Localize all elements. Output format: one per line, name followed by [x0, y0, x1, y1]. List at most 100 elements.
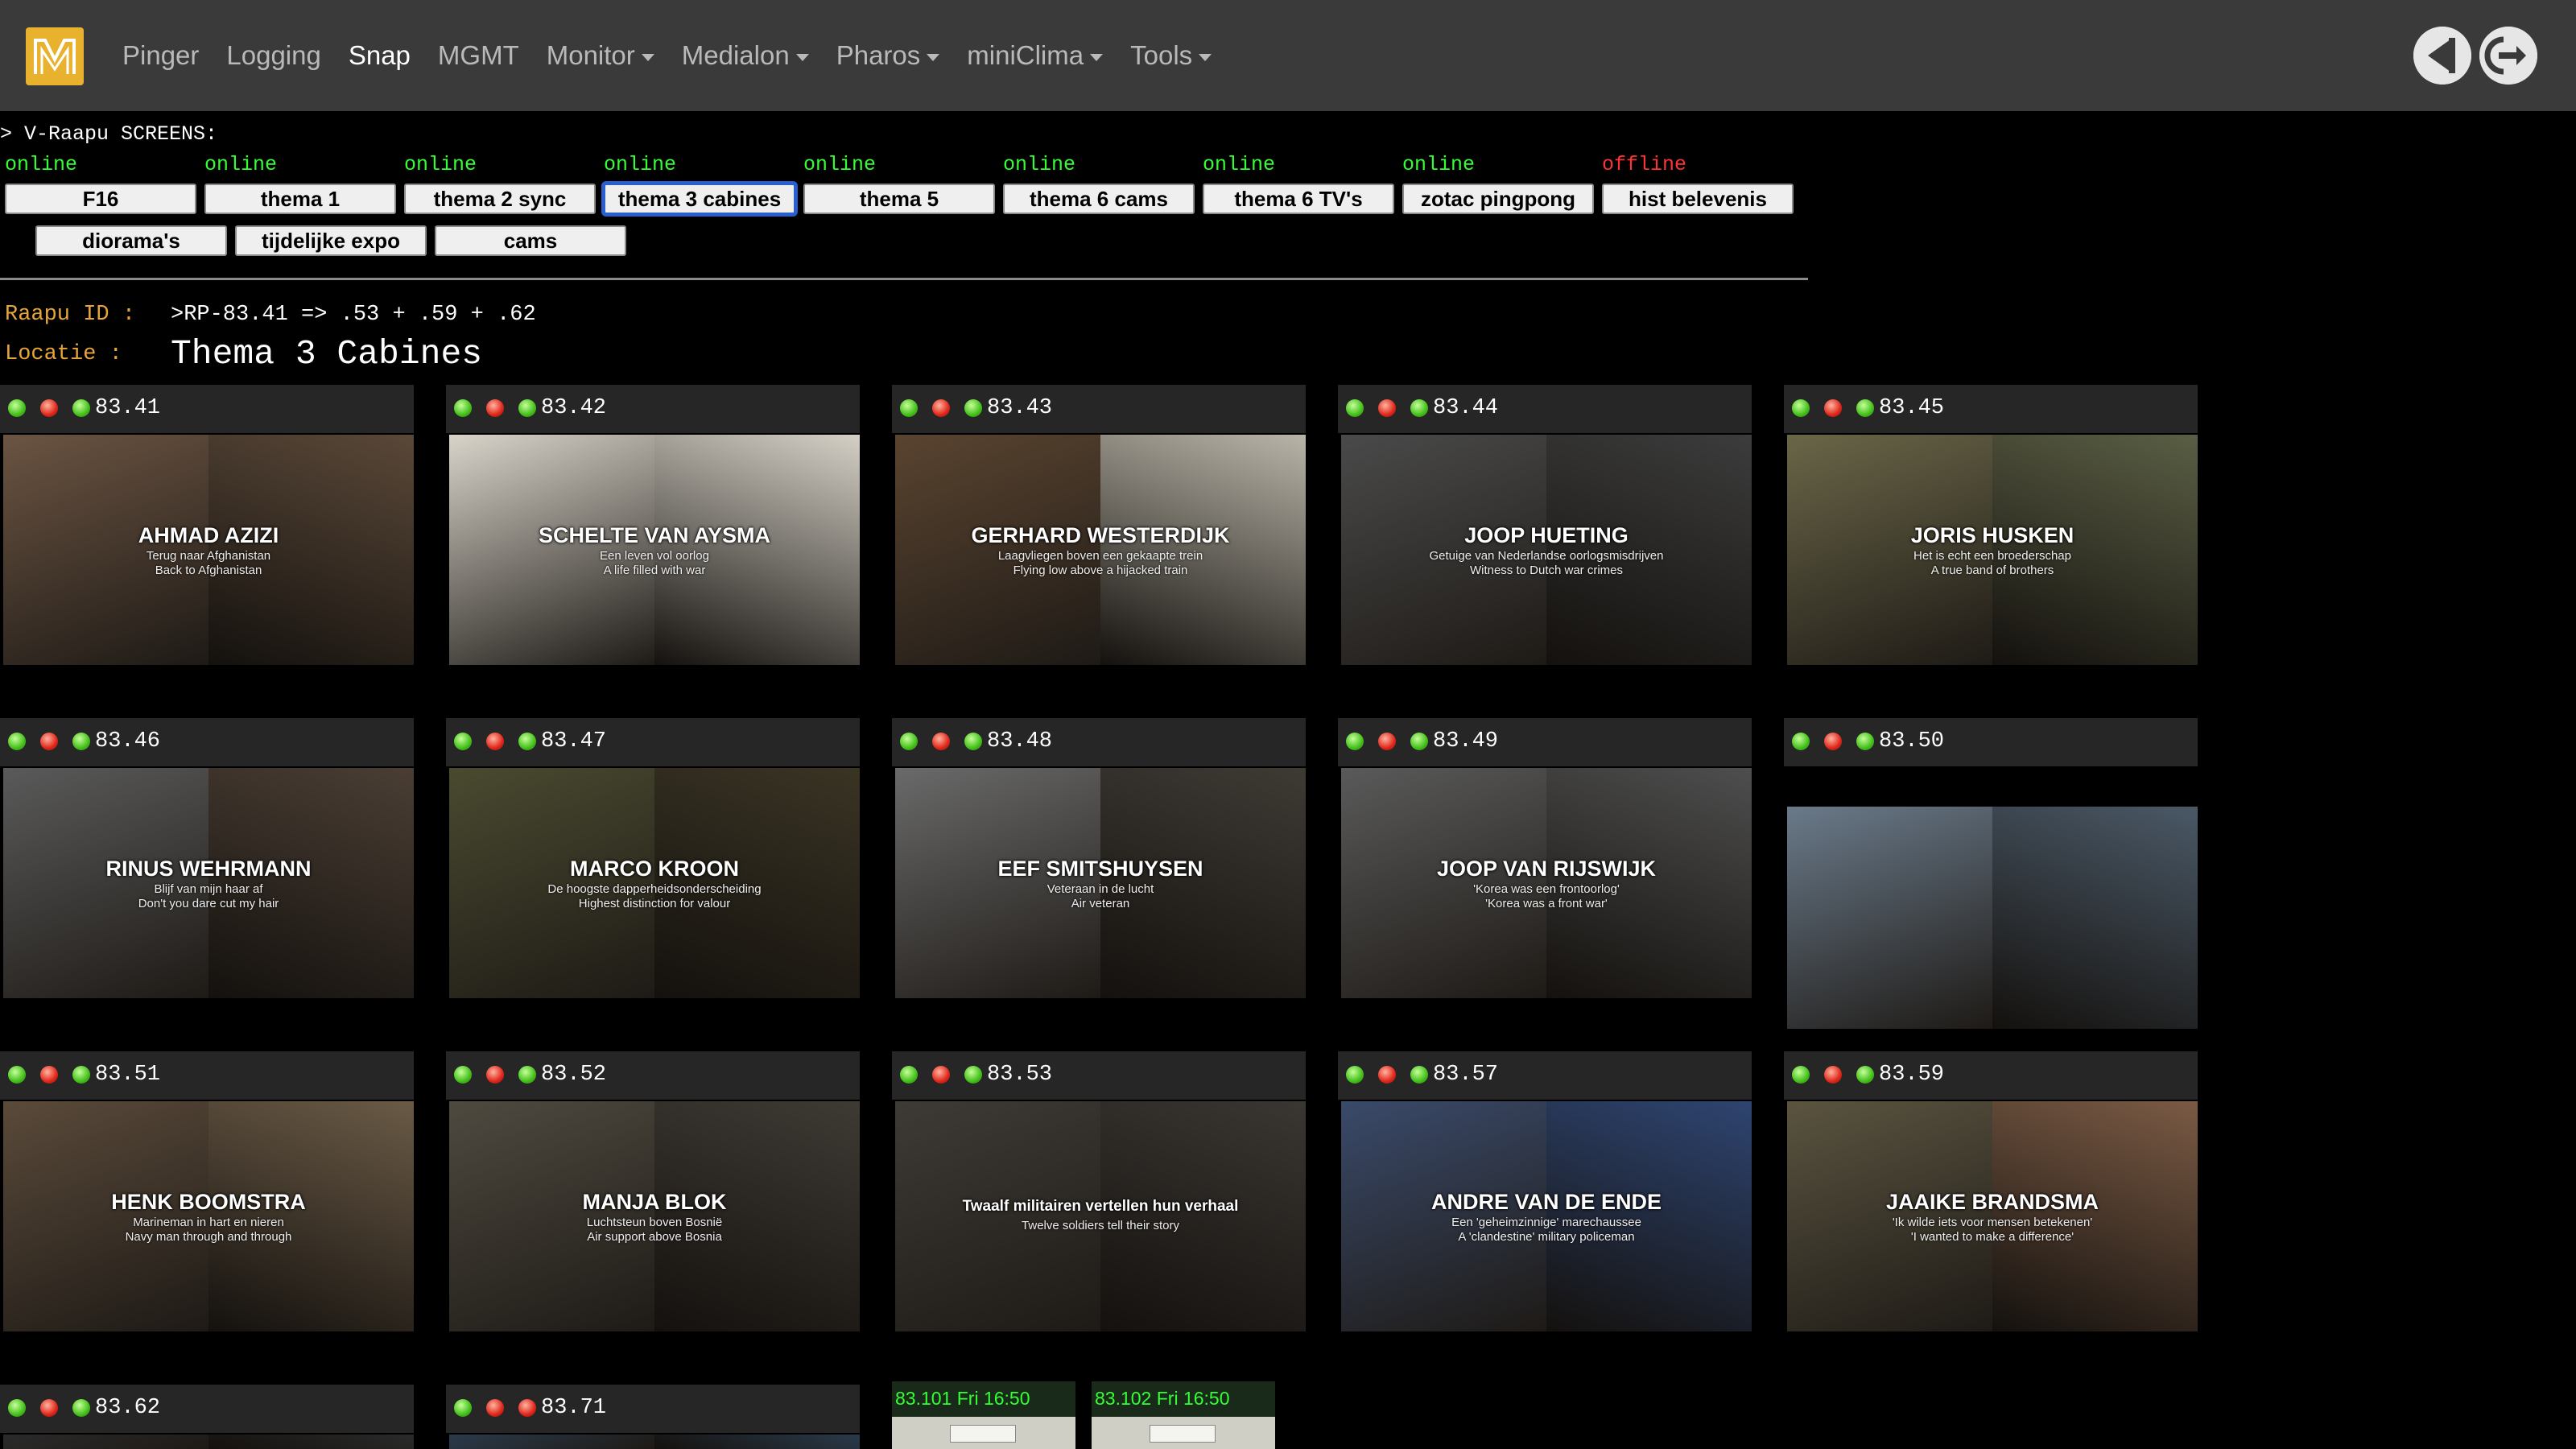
thumbnail-title: HENK BOOMSTRA [111, 1190, 306, 1214]
status-led-icon [900, 1066, 918, 1084]
screen-thumbnail[interactable]: JOOP VAN RIJSWIJK 'Korea was een frontoor… [1341, 768, 1752, 998]
screen-tile[interactable]: 83.48 EEF SMITSHUYSEN Veteraan in de lucht… [892, 718, 1306, 1000]
thumbnail-title: GERHARD WESTERDIJK [971, 523, 1230, 547]
raapu-id-label: Raapu ID : [5, 303, 136, 327]
screen-button[interactable]: F16 [5, 184, 196, 214]
thumbnail-title: JAAIKE BRANDSMA [1885, 1190, 2099, 1214]
nav-item-monitor[interactable]: Monitor [547, 40, 654, 71]
snapshot-thumbnail[interactable]: 83.101 Fri 16:50 [892, 1381, 1075, 1449]
nav-item-logging[interactable]: Logging [226, 40, 320, 71]
status-led-icon [486, 1399, 504, 1417]
nav-item-mgmt[interactable]: MGMT [438, 40, 519, 71]
screen-tile[interactable]: 83.47 MARCO KROON De hoogste dapperheidson… [446, 718, 860, 1000]
screen-thumbnail[interactable] [449, 1435, 860, 1449]
screen-button[interactable]: thema 1 [204, 184, 396, 214]
screen-thumbnail[interactable]: EEF SMITSHUYSEN Veteraan in de lucht Air v… [895, 768, 1306, 998]
screen-thumbnail[interactable]: JOOP HUETING Getuige van Nederlandse oorl… [1341, 435, 1752, 665]
screen-thumbnail[interactable]: Twaalf militairen vertellen hun verhaal T… [895, 1101, 1306, 1331]
status-led-icon [40, 733, 58, 750]
thumbnail-subtitle: Marineman in hart en nieren [133, 1216, 284, 1229]
status-led-icon [486, 399, 504, 417]
nav-item-pharos[interactable]: Pharos [836, 40, 940, 71]
tile-header: 83.53 [892, 1051, 1306, 1100]
nav-item-label: Medialon [681, 40, 790, 70]
tile-header: 83.43 [892, 385, 1306, 433]
tile-header: 83.46 [0, 718, 414, 766]
screen-tile[interactable]: 83.41 AHMAD AZIZI Terug naar Afghanistan Ba… [0, 385, 414, 667]
thumbnail-left-image [1787, 807, 1992, 1029]
screen-button[interactable]: thema 5 [803, 184, 995, 214]
status-led-icon [454, 399, 472, 417]
screen-thumbnail[interactable]: RINUS WEHRMANN Blijf van mijn haar af Don'… [3, 768, 414, 998]
tile-header: 83.57 [1338, 1051, 1752, 1100]
status-led-icon [72, 1066, 90, 1084]
tile-header: 83.62 [0, 1385, 414, 1433]
screen-tile[interactable]: 83.71 [446, 1385, 860, 1449]
screen-tile[interactable]: 83.43 GERHARD WESTERDIJK Laagvliegen boven… [892, 385, 1306, 667]
screen-tile[interactable]: 83.45 JORIS HUSKEN Het is echt een broeder… [1784, 385, 2198, 667]
screen-button[interactable]: thema 6 cams [1003, 184, 1195, 214]
screen-thumbnail[interactable]: MARCO KROON De hoogste dapperheidsondersc… [449, 768, 860, 998]
nav-item-snap[interactable]: Snap [349, 40, 411, 71]
screen-tile[interactable]: 83.62 [0, 1385, 414, 1449]
snapshot-label: 83.101 Fri 16:50 [895, 1388, 1030, 1409]
screen-tile[interactable]: 83.49 JOOP VAN RIJSWIJK 'Korea was een fro… [1338, 718, 1752, 1000]
caret-down-icon [927, 53, 940, 61]
thumbnail-right-image [1992, 807, 2198, 1029]
status-led-icon [72, 399, 90, 417]
screen-thumbnail[interactable]: SCHELTE VAN AYSMA Een leven vol oorlog A l… [449, 435, 860, 665]
screen-tile[interactable]: 83.50 [1784, 718, 2198, 1029]
thumbnail-subtitle: Veteraan in de lucht [1046, 882, 1154, 896]
screen-tile[interactable]: 83.42 SCHELTE VAN AYSMA Een leven vol oorl… [446, 385, 860, 667]
nav-item-miniclima[interactable]: miniClima [967, 40, 1104, 71]
thumbnail-title: JORIS HUSKEN [1910, 523, 2074, 547]
nav-item-pinger[interactable]: Pinger [122, 40, 199, 71]
status-led-icon [72, 733, 90, 750]
nav-item-tools[interactable]: Tools [1130, 40, 1212, 71]
screen-button[interactable]: thema 2 sync [404, 184, 596, 214]
tile-header: 83.41 [0, 385, 414, 433]
screen-tile[interactable]: 83.52 MANJA BLOK Luchtsteun boven Bosnië Ai… [446, 1051, 860, 1333]
screen-tile[interactable]: 83.53 Twaalf militairen vertellen hun ver… [892, 1051, 1306, 1333]
screen-button[interactable]: tijdelijke expo [235, 225, 427, 256]
screen-tile[interactable]: 83.46 RINUS WEHRMANN Blijf van mijn haar a… [0, 718, 414, 1000]
thumbnail-subtitle-en: Flying low above a hijacked train [1013, 564, 1188, 577]
screen-thumbnail[interactable]: ANDRE VAN DE ENDE Een 'geheimzinnige' mar… [1341, 1101, 1752, 1331]
screen-tile[interactable]: 83.57 ANDRE VAN DE ENDE Een 'geheimzinnige… [1338, 1051, 1752, 1333]
screen-button[interactable]: diorama's [35, 225, 227, 256]
tile-id: 83.59 [1879, 1063, 1945, 1087]
screen-thumbnail[interactable]: GERHARD WESTERDIJK Laagvliegen boven een … [895, 435, 1306, 665]
screen-button[interactable]: thema 6 TV's [1203, 184, 1394, 214]
screen-button[interactable]: thema 3 cabines [601, 181, 798, 217]
logout-button[interactable] [2479, 27, 2537, 85]
screen-thumbnail[interactable]: JORIS HUSKEN Het is echt een broederschap… [1787, 435, 2198, 665]
thumbnail-subtitle: Luchtsteun boven Bosnië [586, 1216, 723, 1229]
screen-thumbnail[interactable] [1787, 807, 2198, 1029]
screen-tile[interactable]: 83.59 JAAIKE BRANDSMA 'Ik wilde iets voor … [1784, 1051, 2198, 1333]
screen-tile[interactable]: 83.44 JOOP HUETING Getuige van Nederlandse… [1338, 385, 1752, 667]
tile-id: 83.53 [987, 1063, 1053, 1087]
screen-thumbnail[interactable]: AHMAD AZIZI Terug naar Afghanistan Back to… [3, 435, 414, 665]
logo[interactable] [26, 27, 84, 85]
screen-thumbnail[interactable] [3, 1435, 414, 1449]
tile-header: 83.50 [1784, 718, 2198, 766]
tile-id: 83.62 [95, 1396, 161, 1420]
nav-item-medialon[interactable]: Medialon [682, 40, 809, 71]
status-led-icon [454, 1399, 472, 1417]
status-led-icon [518, 1399, 536, 1417]
screen-tile[interactable]: 83.51 HENK BOOMSTRA Marineman in hart en n… [0, 1051, 414, 1333]
status-led-icon [1378, 733, 1396, 750]
screen-thumbnail[interactable]: MANJA BLOK Luchtsteun boven Bosnië Air sup… [449, 1101, 860, 1331]
status-led-icon [1824, 733, 1842, 750]
screen-button[interactable]: zotac pingpong [1402, 184, 1594, 214]
back-button[interactable] [2413, 27, 2471, 85]
status-led-icon [1856, 733, 1874, 750]
status-led-icon [518, 399, 536, 417]
screen-button[interactable]: cams [435, 225, 626, 256]
screen-button[interactable]: hist belevenis [1602, 184, 1794, 214]
screen-thumbnail[interactable]: JAAIKE BRANDSMA 'Ik wilde iets voor mense… [1787, 1101, 2198, 1331]
screen-thumbnail[interactable]: HENK BOOMSTRA Marineman in hart en nieren… [3, 1101, 414, 1331]
logo-icon [34, 39, 76, 74]
tile-id: 83.46 [95, 729, 161, 753]
snapshot-thumbnail[interactable]: 83.102 Fri 16:50 [1092, 1381, 1275, 1449]
